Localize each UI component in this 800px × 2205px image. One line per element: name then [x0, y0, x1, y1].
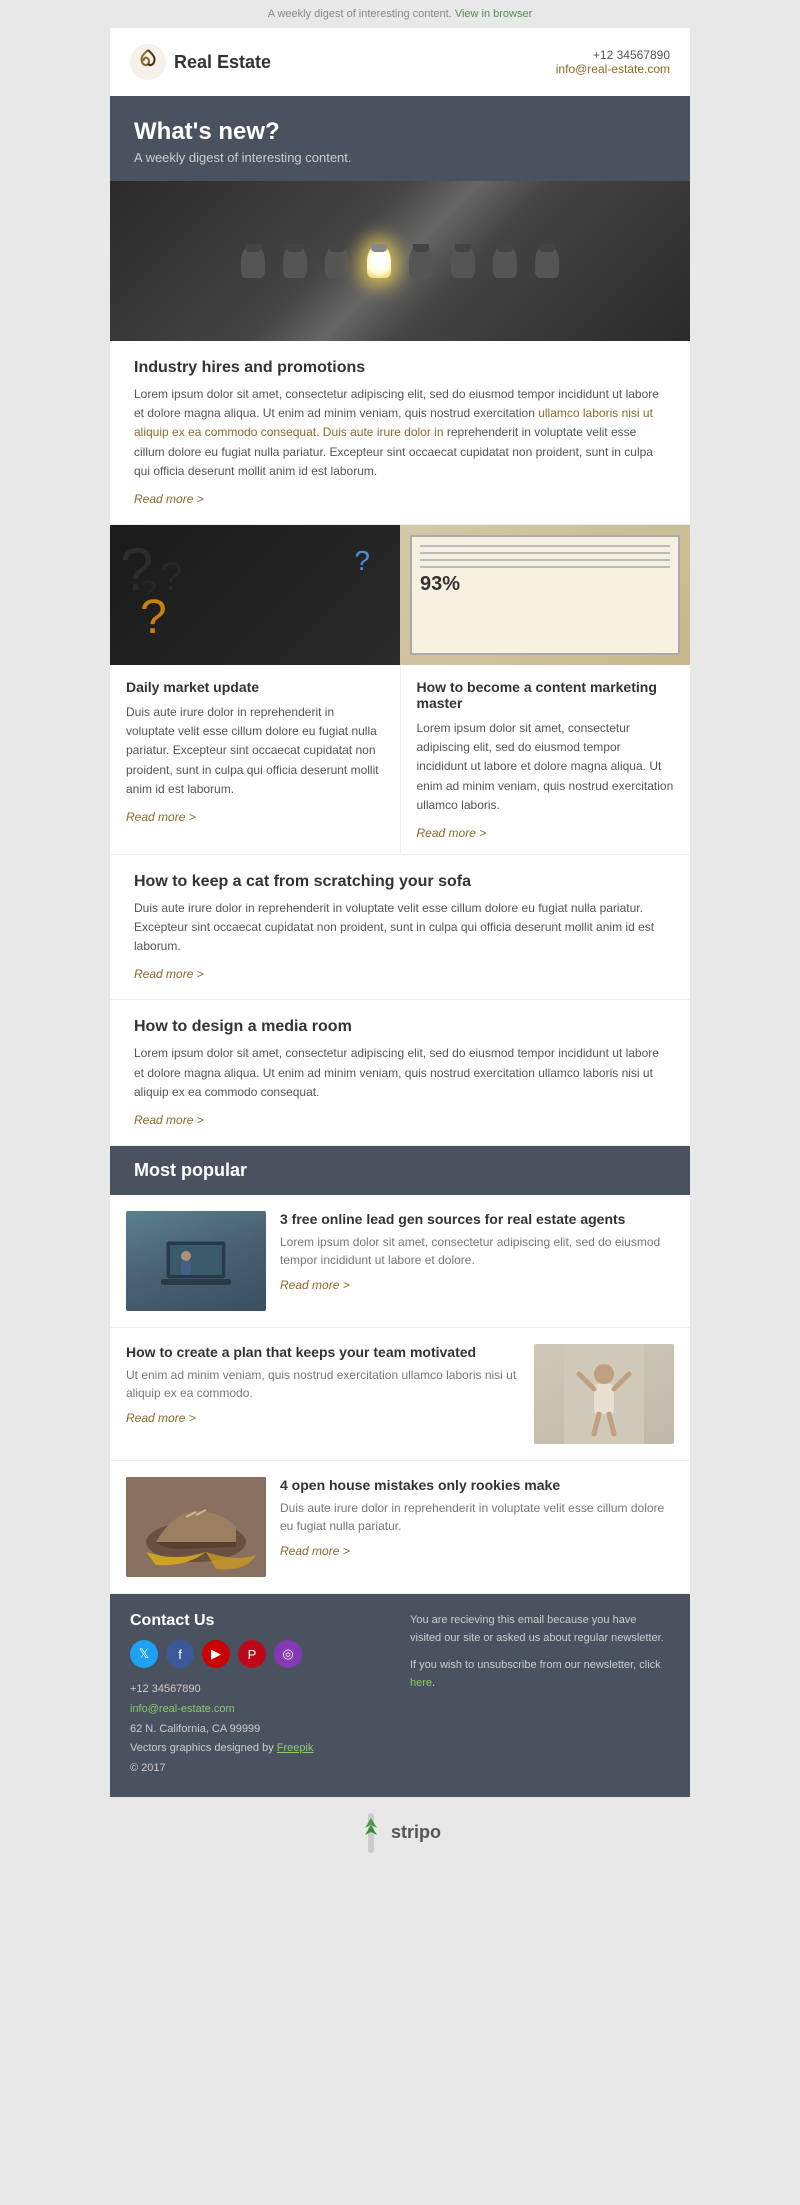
popular-item-1-body: Lorem ipsum dolor sit amet, consectetur … — [280, 1233, 674, 1269]
question-gold-icon: ? — [140, 590, 167, 645]
hero-banner: What's new? A weekly digest of interesti… — [110, 96, 690, 181]
email-header: Real Estate +12 34567890 info@real-estat… — [110, 28, 690, 96]
article-3-read-more[interactable]: Read more — [417, 826, 487, 840]
social-icons: 𝕏 f ▶ P ◎ — [130, 1640, 390, 1668]
article-1: Industry hires and promotions Lorem ipsu… — [110, 341, 690, 525]
popular-item-3: 4 open house mistakes only rookies make … — [110, 1461, 690, 1594]
footer-phone: +12 34567890 — [130, 1680, 390, 1700]
footer-credits: Vectors graphics designed by Freepik — [130, 1739, 390, 1759]
top-bar: A weekly digest of interesting content. … — [0, 0, 800, 28]
stripo-footer: stripo — [110, 1797, 690, 1869]
popular-item-1-content: 3 free online lead gen sources for real … — [280, 1211, 674, 1311]
logo-area: Real Estate — [130, 44, 271, 80]
popular-item-3-title: 4 open house mistakes only rookies make — [280, 1477, 674, 1493]
most-popular-header: Most popular — [110, 1146, 690, 1195]
bulb-6 — [493, 244, 517, 278]
unsubscribe-link[interactable]: here — [410, 1677, 432, 1689]
popular-item-2-read-more[interactable]: Read more — [126, 1411, 196, 1425]
popular-item-3-body: Duis aute irure dolor in reprehenderit i… — [280, 1499, 674, 1535]
article-2-read-more[interactable]: Read more — [126, 810, 196, 824]
popular-item-1-read-more[interactable]: Read more — [280, 1278, 350, 1292]
pinterest-icon[interactable]: P — [238, 1640, 266, 1668]
article-2-body: Duis aute irure dolor in reprehenderit i… — [126, 703, 384, 799]
shoe-svg — [126, 1477, 266, 1577]
article-3: How to become a content marketing master… — [401, 665, 691, 854]
footer-right: You are recieving this email because you… — [410, 1612, 670, 1779]
footer: Contact Us 𝕏 f ▶ P ◎ +12 34567890 info@r… — [110, 1594, 690, 1797]
logo-text: Real Estate — [174, 52, 271, 73]
article-4-read-more[interactable]: Read more — [134, 967, 204, 981]
laptop-image — [126, 1211, 266, 1311]
person-svg — [564, 1344, 644, 1444]
stripo-icon — [359, 1813, 383, 1853]
bulb-7 — [535, 244, 559, 278]
bulb-4 — [409, 244, 433, 278]
bulb-3 — [325, 244, 349, 278]
popular-item-2-content: How to create a plan that keeps your tea… — [126, 1344, 520, 1444]
contact-title: Contact Us — [130, 1612, 390, 1630]
laptop-svg — [156, 1231, 236, 1291]
instagram-icon[interactable]: ◎ — [274, 1640, 302, 1668]
hero-subtitle: A weekly digest of interesting content. — [134, 150, 666, 165]
logo-icon — [130, 44, 166, 80]
bulb-2 — [283, 244, 307, 278]
bulb-5 — [451, 244, 475, 278]
footer-email-link[interactable]: info@real-estate.com — [130, 1703, 235, 1715]
popular-item-3-content: 4 open house mistakes only rookies make … — [280, 1477, 674, 1577]
footer-left: Contact Us 𝕏 f ▶ P ◎ +12 34567890 info@r… — [130, 1612, 390, 1779]
footer-right-text1: You are recieving this email because you… — [410, 1612, 670, 1647]
popular-item-2: How to create a plan that keeps your tea… — [110, 1328, 690, 1461]
article-2: Daily market update Duis aute irure dolo… — [110, 665, 401, 854]
popular-item-1: 3 free online lead gen sources for real … — [110, 1195, 690, 1328]
bulb-lit — [367, 244, 391, 278]
article-5-read-more[interactable]: Read more — [134, 1113, 204, 1127]
twitter-icon[interactable]: 𝕏 — [130, 1640, 158, 1668]
article-1-title: Industry hires and promotions — [134, 359, 666, 377]
article-1-body: Lorem ipsum dolor sit amet, consectetur … — [134, 385, 666, 481]
popular-item-3-read-more[interactable]: Read more — [280, 1544, 350, 1558]
footer-right-text2: If you wish to unsubscribe from our news… — [410, 1657, 670, 1692]
article-4-title: How to keep a cat from scratching your s… — [134, 873, 666, 891]
bulb-row — [241, 244, 559, 278]
facebook-icon[interactable]: f — [166, 1640, 194, 1668]
article-5-title: How to design a media room — [134, 1018, 666, 1036]
footer-address: 62 N. California, CA 99999 — [130, 1720, 390, 1740]
hero-image — [110, 181, 690, 341]
top-bar-text: A weekly digest of interesting content. — [268, 8, 452, 20]
article-4: How to keep a cat from scratching your s… — [110, 855, 690, 1001]
article-3-title: How to become a content marketing master — [417, 679, 675, 711]
footer-contact-info: +12 34567890 info@real-estate.com 62 N. … — [130, 1680, 390, 1779]
article-5-body: Lorem ipsum dolor sit amet, consectetur … — [134, 1044, 666, 1102]
two-col-articles: Daily market update Duis aute irure dolo… — [110, 665, 690, 855]
hero-title: What's new? — [134, 118, 666, 146]
bulb-1 — [241, 244, 265, 278]
article-3-body: Lorem ipsum dolor sit amet, consectetur … — [417, 719, 675, 815]
article-5: How to design a media room Lorem ipsum d… — [110, 1000, 690, 1146]
notebook-image: 93% — [400, 525, 690, 665]
shoe-image — [126, 1477, 266, 1577]
stripo-label: stripo — [391, 1822, 441, 1843]
view-in-browser-link[interactable]: View in browser — [455, 8, 532, 20]
question-image: ? ? ? ? ? — [110, 525, 400, 665]
footer-copyright: © 2017 — [130, 1759, 390, 1779]
youtube-icon[interactable]: ▶ — [202, 1640, 230, 1668]
two-col-images: ? ? ? ? ? 93% — [110, 525, 690, 665]
question-blue-icon: ? — [354, 545, 370, 577]
freepik-link[interactable]: Freepik — [277, 1742, 314, 1754]
header-email-link[interactable]: info@real-estate.com — [556, 62, 670, 76]
header-contact: +12 34567890 info@real-estate.com — [556, 48, 670, 76]
article-4-body: Duis aute irure dolor in reprehenderit i… — [134, 899, 666, 957]
article-1-read-more[interactable]: Read more — [134, 492, 204, 506]
popular-item-1-title: 3 free online lead gen sources for real … — [280, 1211, 674, 1227]
popular-item-2-body: Ut enim ad minim veniam, quis nostrud ex… — [126, 1366, 520, 1402]
article-2-title: Daily market update — [126, 679, 384, 695]
header-phone: +12 34567890 — [556, 48, 670, 62]
most-popular-title: Most popular — [134, 1160, 666, 1181]
person-image — [534, 1344, 674, 1444]
popular-item-2-title: How to create a plan that keeps your tea… — [126, 1344, 520, 1360]
